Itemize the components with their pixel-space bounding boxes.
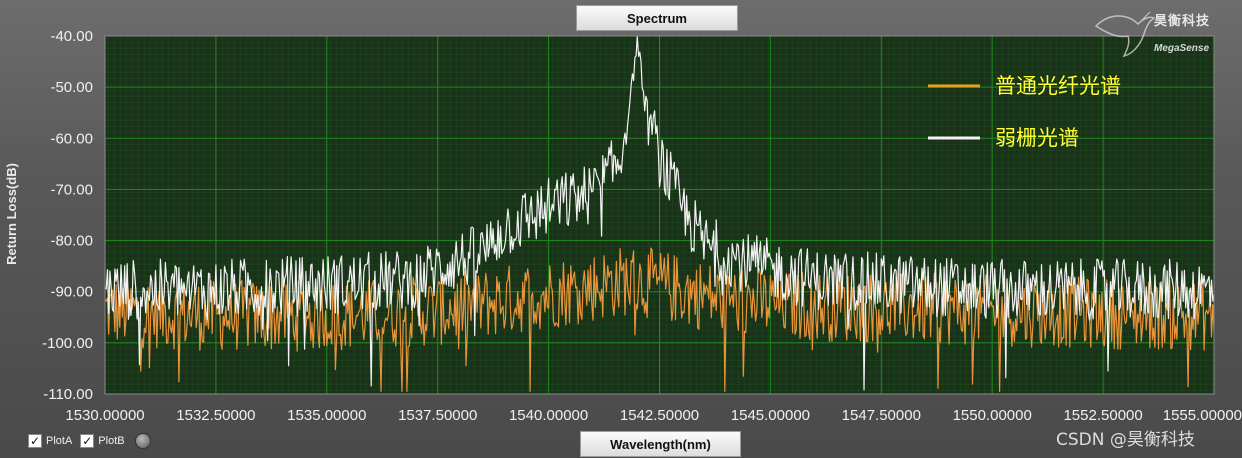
x-tick-label: 1532.50000 <box>176 407 255 424</box>
spectrum-chart[interactable]: -40.00 -50.00 -60.00 -70.00 -80.00 -90.00 -100… <box>0 0 1242 458</box>
x-tick-label: 1530.00000 <box>65 407 144 424</box>
y-tick-label: -90.00 <box>50 284 93 301</box>
checkmark-icon: ✓ <box>28 434 42 448</box>
y-tick-label: -70.00 <box>50 181 93 198</box>
plot-b-checkbox[interactable]: ✓ PlotB <box>80 434 125 448</box>
x-tick-label: 1542.50000 <box>620 407 699 424</box>
x-tick-label: 1550.00000 <box>953 407 1032 424</box>
x-tick-labels: 1530.00000 1532.50000 1535.00000 1537.50000… <box>65 407 1242 424</box>
legend-label: 普通光纤光谱 <box>995 74 1121 98</box>
checkmark-icon: ✓ <box>80 434 95 448</box>
y-tick-label: -80.00 <box>50 233 93 250</box>
plot-b-label: PlotB <box>98 435 125 447</box>
chart-title-tab[interactable]: Spectrum <box>576 5 738 31</box>
plot-a-checkbox[interactable]: ✓ PlotA <box>28 434 72 448</box>
y-axis-label: Return Loss(dB) <box>4 163 19 265</box>
y-tick-label: -40.00 <box>50 28 93 45</box>
x-tick-label: 1540.00000 <box>509 407 588 424</box>
x-tick-label: 1537.50000 <box>398 407 477 424</box>
watermark: CSDN @昊衡科技 <box>1056 430 1195 450</box>
y-tick-label: -110.00 <box>43 386 93 403</box>
y-tick-labels: -40.00 -50.00 -60.00 -70.00 -80.00 -90.00 -100… <box>42 28 93 403</box>
legend-label: 弱栅光谱 <box>995 126 1079 150</box>
cursor-ball-icon[interactable] <box>134 433 151 449</box>
x-tick-label: 1535.00000 <box>287 407 366 424</box>
plot-toggles: ✓ PlotA ✓ PlotB <box>28 431 151 451</box>
x-tick-label: 1547.50000 <box>842 407 921 424</box>
y-tick-label: -50.00 <box>50 79 93 96</box>
logo-english-text: MegaSense <box>1154 43 1210 54</box>
plot-a-label: PlotA <box>46 435 73 447</box>
y-tick-label: -100.00 <box>42 335 93 352</box>
y-tick-label: -60.00 <box>50 130 93 147</box>
x-tick-label: 1555.00000 <box>1163 407 1242 424</box>
x-tick-label: 1552.50000 <box>1063 407 1142 424</box>
x-axis-title-tab[interactable]: Wavelength(nm) <box>580 431 741 457</box>
x-tick-label: 1545.00000 <box>731 407 810 424</box>
logo-chinese-text: 昊衡科技 <box>1154 14 1211 29</box>
